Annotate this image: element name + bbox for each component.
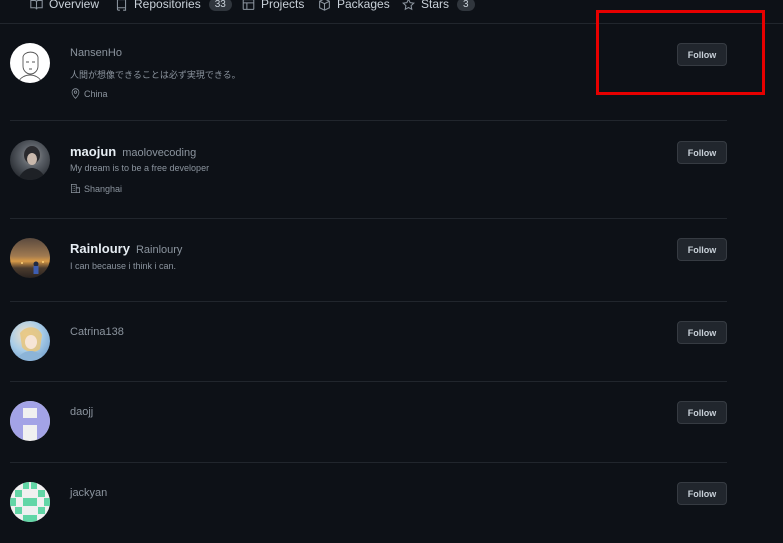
user-name-line: Catrina138 — [70, 326, 124, 338]
user-bio: I can because i think i can. — [70, 261, 177, 271]
repo-icon — [116, 0, 127, 11]
list-item: daojj Follow — [10, 382, 727, 463]
user-login-link[interactable]: daojj — [70, 406, 93, 418]
user-name-line: NansenHo — [70, 47, 122, 59]
user-company-text: Shanghai — [84, 183, 123, 194]
user-display-name[interactable]: Rainloury — [70, 241, 130, 256]
star-count-badge: 3 — [457, 0, 475, 11]
user-location-text: China — [84, 88, 108, 99]
star-icon — [402, 0, 415, 10]
user-name-line: jackyan — [70, 487, 107, 499]
list-item: maojun maolovecoding My dream is to be a… — [10, 121, 727, 219]
user-login[interactable]: maolovecoding — [122, 147, 196, 159]
following-list: NansenHo 人間が想像できることは必ず実現できる。 China Follo… — [10, 24, 727, 543]
package-icon — [319, 0, 330, 11]
user-bio: 人間が想像できることは必ず実現できる。 — [70, 70, 241, 80]
avatar[interactable] — [10, 238, 50, 278]
follow-button[interactable]: Follow — [677, 401, 727, 424]
tab-projects[interactable]: Projects — [242, 0, 304, 14]
user-name-line: daojj — [70, 406, 93, 418]
avatar[interactable] — [10, 482, 50, 522]
avatar[interactable] — [10, 140, 50, 180]
tab-label: Overview — [49, 0, 100, 11]
user-location: China — [70, 88, 108, 99]
follow-button[interactable]: Follow — [677, 321, 727, 344]
list-item: Catrina138 Follow — [10, 302, 727, 382]
user-bio: My dream is to be a free developer — [70, 163, 210, 173]
user-display-name[interactable]: maojun — [70, 144, 116, 159]
user-name-line: maojun maolovecoding — [70, 144, 196, 159]
tab-overview[interactable]: Overview — [30, 0, 99, 14]
tab-label: Repositories — [134, 0, 201, 11]
avatar[interactable] — [10, 321, 50, 361]
tab-repositories[interactable]: Repositories 33 — [115, 0, 232, 14]
user-login-link[interactable]: NansenHo — [70, 47, 122, 59]
organization-icon — [70, 183, 81, 194]
user-company: Shanghai — [70, 183, 122, 194]
highlight-box — [596, 10, 765, 95]
book-icon — [30, 0, 43, 9]
table-icon — [242, 0, 255, 10]
avatar[interactable] — [10, 401, 50, 441]
user-login-link[interactable]: jackyan — [70, 487, 107, 499]
list-item: jackyan Follow — [10, 463, 727, 543]
user-login[interactable]: Rainloury — [136, 244, 182, 256]
tab-label: Projects — [261, 0, 305, 11]
user-login-link[interactable]: Catrina138 — [70, 326, 124, 338]
follow-button[interactable]: Follow — [677, 238, 727, 261]
tab-label: Packages — [337, 0, 390, 11]
list-item: Rainloury Rainloury I can because i thin… — [10, 219, 727, 302]
tab-packages[interactable]: Packages — [318, 0, 390, 14]
repo-count-badge: 33 — [208, 0, 232, 11]
user-name-line: Rainloury Rainloury — [70, 241, 182, 256]
tab-stars[interactable]: Stars 3 — [402, 0, 475, 14]
follow-button[interactable]: Follow — [677, 141, 727, 164]
avatar[interactable] — [10, 43, 50, 83]
tab-label: Stars — [421, 0, 450, 11]
follow-button[interactable]: Follow — [677, 482, 727, 505]
location-icon — [71, 88, 80, 99]
